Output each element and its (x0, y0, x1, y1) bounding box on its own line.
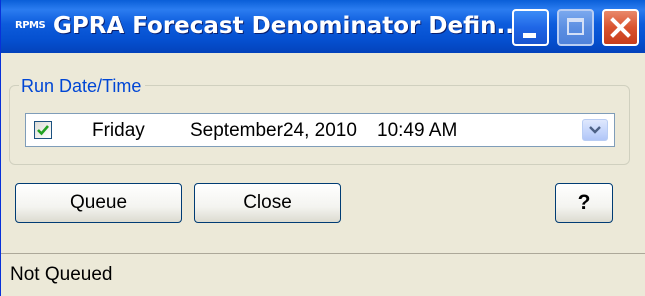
window-title: GPRA Forecast Denominator Defin... (53, 13, 523, 39)
time-field[interactable]: 10:49 AM (377, 118, 457, 144)
close-icon (610, 17, 631, 38)
run-date-time-picker[interactable]: Friday September24, 2010 10:49 AM (25, 113, 615, 147)
queue-button[interactable]: Queue (15, 183, 182, 223)
run-date-group-label: Run Date/Time (19, 75, 146, 97)
date-field[interactable]: September24, 2010 (190, 118, 357, 144)
minimize-icon (523, 33, 536, 38)
minimize-button[interactable] (512, 9, 549, 46)
chevron-down-icon (589, 126, 601, 134)
date-day-field[interactable]: Friday (92, 118, 145, 144)
app-icon: RPMS (15, 20, 46, 31)
close-window-button[interactable] (602, 9, 639, 46)
maximize-icon (567, 18, 584, 35)
help-button[interactable]: ? (555, 183, 613, 223)
title-bar[interactable]: RPMS GPRA Forecast Denominator Defin... (1, 0, 645, 53)
checkmark-icon (37, 125, 49, 136)
run-date-checkbox[interactable] (34, 121, 52, 139)
dialog-window: RPMS GPRA Forecast Denominator Defin... … (0, 0, 645, 296)
close-button[interactable]: Close (194, 183, 341, 223)
date-dropdown-button[interactable] (582, 119, 608, 141)
maximize-button (557, 9, 594, 46)
status-text: Not Queued (10, 264, 113, 285)
status-bar: Not Queued (1, 254, 645, 296)
